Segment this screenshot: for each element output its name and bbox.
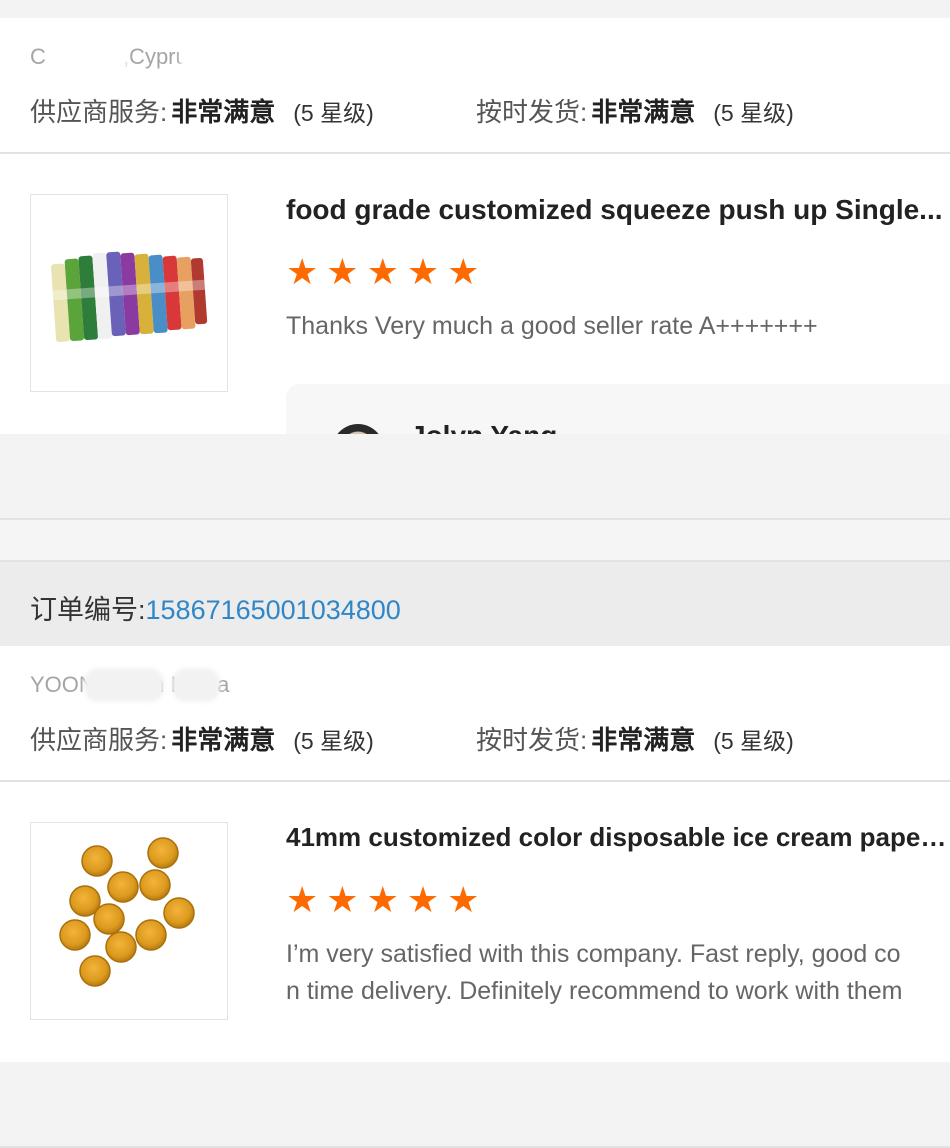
comment-line: n time delivery. Definitely recommend to… [286,977,903,1005]
name-blur-mask [84,668,164,702]
review-comment: I’m very satisfied with this company. Fa… [286,936,950,1010]
star-icon: ★ [366,251,399,292]
supplier-service-rating: 供应商服务: 非常满意 (5 星级) [30,720,374,757]
star-icon: ★ [366,879,399,920]
order-number-label: 订单编号: [30,595,146,625]
star-icon: ★ [447,251,480,292]
supplier-service-value: 非常满意 [171,725,276,755]
star-icon: ★ [286,251,319,292]
supplier-service-stars: (5 星级) [293,728,374,754]
delivery-rating: 按时发货: 非常满意 (5 星级) [476,720,794,757]
tube-bundle-image [51,251,208,342]
product-title[interactable]: food grade customized squeeze push up Si… [286,194,950,226]
avatar [332,424,384,434]
section-gap [0,520,950,560]
supplier-reply: Jolyn Yang [286,384,950,434]
star-rating: ★ ★ ★ ★ ★ [286,254,479,290]
paper-lids-image [59,837,195,987]
name-blur-mask [50,40,128,74]
product-title[interactable]: 41mm customized color disposable ice cre… [286,822,950,853]
star-icon: ★ [326,251,359,292]
name-blur-mask [180,40,220,74]
star-icon: ★ [326,879,359,920]
product-thumbnail[interactable] [30,194,228,392]
delivery-stars: (5 星级) [713,728,794,754]
star-icon: ★ [406,251,440,292]
product-thumbnail[interactable] [30,822,228,1020]
delivery-stars: (5 星级) [713,100,794,126]
review-comment: Thanks Very much a good seller rate A+++… [286,308,950,345]
review-header-2: YOON ,South Korea 供应商服务:非常满意(5 星级) 按时发货:… [0,646,950,780]
name-blur-mask [172,668,220,702]
supplier-service-rating: 供应商服务: 非常满意 (5 星级) [30,92,374,129]
delivery-label: 按时发货: [476,97,588,127]
delivery-rating: 按时发货: 非常满意 (5 星级) [476,92,794,129]
supplier-service-stars: (5 星级) [293,100,374,126]
review-header-1: C ulos ou,Cyprus 供应商服务:非常满意(5 星级) 按时发货:非… [0,18,950,152]
section-gap [0,434,950,518]
star-icon: ★ [406,879,440,920]
delivery-value: 非常满意 [591,725,696,755]
supplier-service-value: 非常满意 [171,97,276,127]
order-number-link[interactable]: 15867165001034800 [146,595,401,625]
supplier-service-label: 供应商服务: [30,97,168,127]
star-icon: ★ [447,879,480,920]
comment-line: I’m very satisfied with this company. Fa… [286,940,901,968]
delivery-value: 非常满意 [591,97,696,127]
order-bar: 订单编号:15867165001034800 [0,562,950,646]
section-gap [0,1062,950,1146]
review-product-2: 41mm customized color disposable ice cre… [0,782,950,1062]
star-rating: ★ ★ ★ ★ ★ [286,882,479,918]
star-icon: ★ [286,879,319,920]
reply-author: Jolyn Yang [410,420,557,434]
review-product-1: food grade customized squeeze push up Si… [0,154,950,434]
top-gap [0,0,950,18]
supplier-service-label: 供应商服务: [30,725,168,755]
order-label: 订单编号:15867165001034800 [30,588,401,627]
comment-line: Thanks Very much a good seller rate A+++… [286,312,818,340]
delivery-label: 按时发货: [476,725,588,755]
